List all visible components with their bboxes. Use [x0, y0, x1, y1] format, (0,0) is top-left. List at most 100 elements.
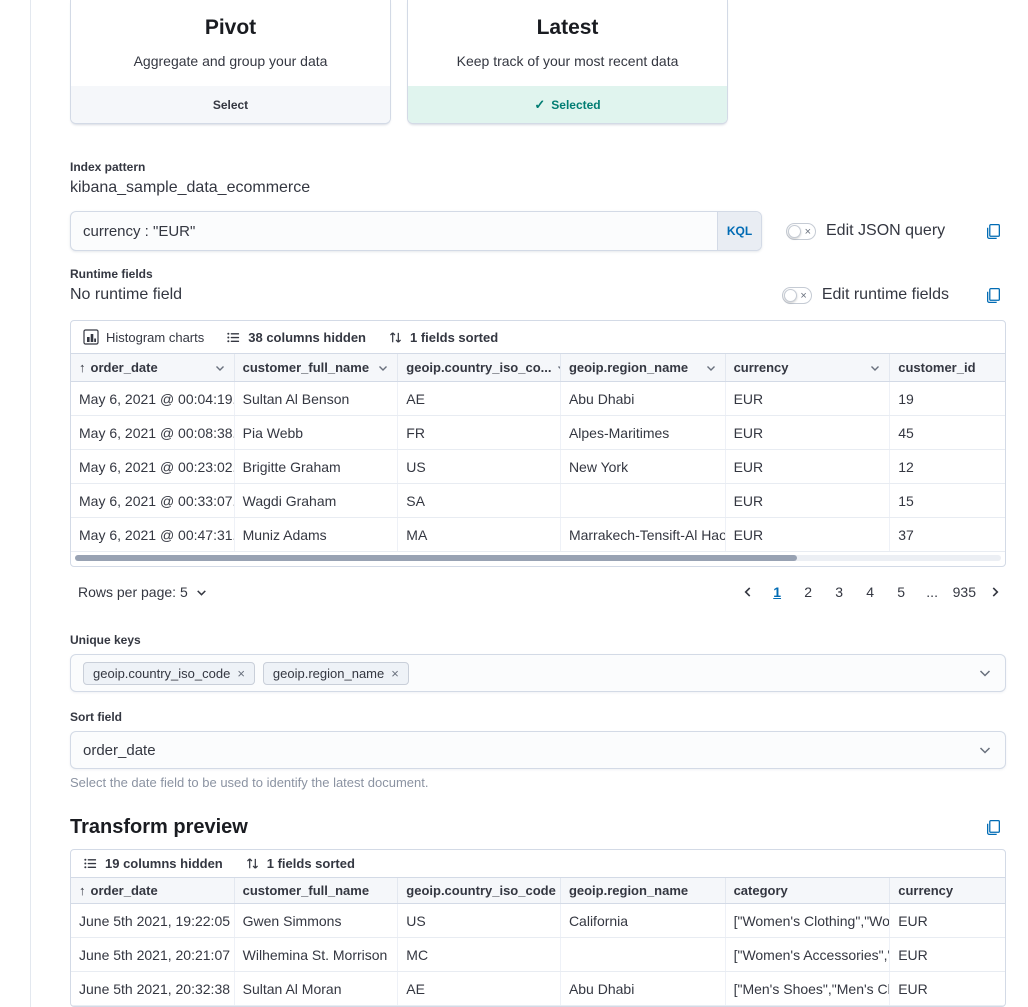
- edit-json-query-switch[interactable]: ×: [786, 223, 816, 240]
- cell[interactable]: June 5th 2021, 20:21:07: [71, 938, 235, 971]
- cell[interactable]: Brigitte Graham: [235, 450, 399, 483]
- unique-keys-combobox[interactable]: geoip.country_iso_code × geoip.region_na…: [70, 654, 1006, 692]
- rows-per-page-button[interactable]: Rows per page: 5: [70, 584, 208, 600]
- cell[interactable]: Abu Dhabi: [561, 382, 726, 415]
- cell[interactable]: EUR: [890, 904, 1005, 937]
- cell[interactable]: May 6, 2021 @ 00:04:19...: [71, 382, 235, 415]
- cell[interactable]: SA: [398, 484, 561, 517]
- cell[interactable]: EUR: [726, 450, 891, 483]
- cell[interactable]: US: [398, 450, 561, 483]
- pivot-card[interactable]: Pivot Aggregate and group your data Sele…: [70, 0, 391, 124]
- column-header-geoip-region[interactable]: geoip.region_name: [561, 354, 726, 381]
- cell[interactable]: AE: [398, 382, 561, 415]
- cell[interactable]: EUR: [890, 972, 1005, 1005]
- chevron-down-icon[interactable]: [377, 362, 389, 374]
- cell[interactable]: MC: [398, 938, 561, 971]
- column-header-category[interactable]: category: [726, 878, 891, 903]
- chevron-down-icon[interactable]: [977, 742, 993, 758]
- page-button[interactable]: 935: [951, 581, 978, 603]
- cell[interactable]: 19: [890, 382, 1005, 415]
- page-button[interactable]: 4: [858, 581, 883, 603]
- cell[interactable]: [561, 938, 726, 971]
- cell[interactable]: EUR: [726, 416, 891, 449]
- columns-hidden-button[interactable]: 38 columns hidden: [226, 330, 366, 345]
- cell[interactable]: 37: [890, 518, 1005, 551]
- page-button[interactable]: 3: [827, 581, 852, 603]
- query-input[interactable]: currency : "EUR": [71, 223, 717, 240]
- cell[interactable]: EUR: [890, 938, 1005, 971]
- cell[interactable]: Wilhemina St. Morrison: [235, 938, 399, 971]
- cell[interactable]: EUR: [726, 518, 891, 551]
- unique-key-pill[interactable]: geoip.region_name ×: [263, 662, 409, 685]
- horizontal-scrollbar[interactable]: [71, 552, 1005, 566]
- cell[interactable]: ["Women's Accessories","...: [726, 938, 891, 971]
- cell[interactable]: May 6, 2021 @ 00:23:02...: [71, 450, 235, 483]
- column-header-currency[interactable]: currency: [890, 878, 1005, 903]
- cell[interactable]: EUR: [726, 484, 891, 517]
- cell[interactable]: 15: [890, 484, 1005, 517]
- column-header-customer-id[interactable]: customer_id: [890, 354, 1005, 381]
- cell[interactable]: Sultan Al Benson: [235, 382, 399, 415]
- sort-field-select[interactable]: order_date: [70, 731, 1006, 769]
- next-page-button[interactable]: [984, 585, 1006, 599]
- cell[interactable]: US: [398, 904, 561, 937]
- cell[interactable]: New York: [561, 450, 726, 483]
- latest-card[interactable]: Latest Keep track of your most recent da…: [407, 0, 728, 124]
- unique-key-pill[interactable]: geoip.country_iso_code ×: [83, 662, 255, 685]
- column-header-order-date[interactable]: ↑ order_date: [71, 354, 235, 381]
- cell[interactable]: 12: [890, 450, 1005, 483]
- previous-page-button[interactable]: [737, 585, 759, 599]
- cell[interactable]: [561, 484, 726, 517]
- query-bar[interactable]: currency : "EUR" KQL: [70, 211, 762, 251]
- chevron-down-icon[interactable]: [977, 665, 993, 681]
- column-header-geoip-country[interactable]: geoip.country_iso_code: [398, 878, 561, 903]
- histogram-charts-button[interactable]: Histogram charts: [83, 329, 204, 345]
- cell[interactable]: 45: [890, 416, 1005, 449]
- copy-query-button[interactable]: [985, 223, 1002, 240]
- copy-runtime-fields-button[interactable]: [985, 287, 1002, 304]
- page-button[interactable]: 1: [765, 581, 790, 603]
- cell[interactable]: ["Women's Clothing","Wo...: [726, 904, 891, 937]
- cell[interactable]: MA: [398, 518, 561, 551]
- scrollbar-thumb[interactable]: [75, 555, 797, 561]
- cell[interactable]: EUR: [726, 382, 891, 415]
- cell[interactable]: May 6, 2021 @ 00:33:07...: [71, 484, 235, 517]
- page-button[interactable]: 2: [796, 581, 821, 603]
- cell[interactable]: Sultan Al Moran: [235, 972, 399, 1005]
- cell[interactable]: Alpes-Maritimes: [561, 416, 726, 449]
- latest-selected-button[interactable]: ✓ Selected: [408, 86, 727, 123]
- kql-language-badge[interactable]: KQL: [717, 212, 761, 250]
- cell[interactable]: FR: [398, 416, 561, 449]
- column-header-currency[interactable]: currency: [726, 354, 891, 381]
- cell[interactable]: May 6, 2021 @ 00:47:31...: [71, 518, 235, 551]
- chevron-down-icon[interactable]: [705, 362, 717, 374]
- chevron-down-icon[interactable]: [214, 362, 226, 374]
- pivot-select-button[interactable]: Select: [71, 86, 390, 123]
- cell[interactable]: AE: [398, 972, 561, 1005]
- cell[interactable]: Gwen Simmons: [235, 904, 399, 937]
- cell[interactable]: June 5th 2021, 20:32:38: [71, 972, 235, 1005]
- column-header-order-date[interactable]: ↑ order_date: [71, 878, 235, 903]
- remove-pill-icon[interactable]: ×: [237, 667, 245, 680]
- cell[interactable]: Pia Webb: [235, 416, 399, 449]
- column-header-geoip-country[interactable]: geoip.country_iso_co...: [398, 354, 561, 381]
- cell[interactable]: June 5th 2021, 19:22:05: [71, 904, 235, 937]
- cell[interactable]: Wagdi Graham: [235, 484, 399, 517]
- page-button[interactable]: 5: [889, 581, 914, 603]
- edit-runtime-fields-switch[interactable]: ×: [782, 287, 812, 304]
- cell[interactable]: Muniz Adams: [235, 518, 399, 551]
- cell[interactable]: Abu Dhabi: [561, 972, 726, 1005]
- scrollbar-track[interactable]: [75, 555, 1001, 561]
- copy-preview-button[interactable]: [985, 819, 1002, 836]
- column-header-customer-full-name[interactable]: customer_full_name: [235, 878, 399, 903]
- cell[interactable]: May 6, 2021 @ 00:08:38...: [71, 416, 235, 449]
- column-header-geoip-region[interactable]: geoip.region_name: [561, 878, 726, 903]
- columns-hidden-button[interactable]: 19 columns hidden: [83, 856, 223, 871]
- fields-sorted-button[interactable]: 1 fields sorted: [245, 856, 355, 871]
- fields-sorted-button[interactable]: 1 fields sorted: [388, 330, 498, 345]
- remove-pill-icon[interactable]: ×: [391, 667, 399, 680]
- cell[interactable]: California: [561, 904, 726, 937]
- chevron-down-icon[interactable]: [869, 362, 881, 374]
- cell[interactable]: ["Men's Shoes","Men's Cl...: [726, 972, 891, 1005]
- cell[interactable]: Marrakech-Tensift-Al Hao...: [561, 518, 726, 551]
